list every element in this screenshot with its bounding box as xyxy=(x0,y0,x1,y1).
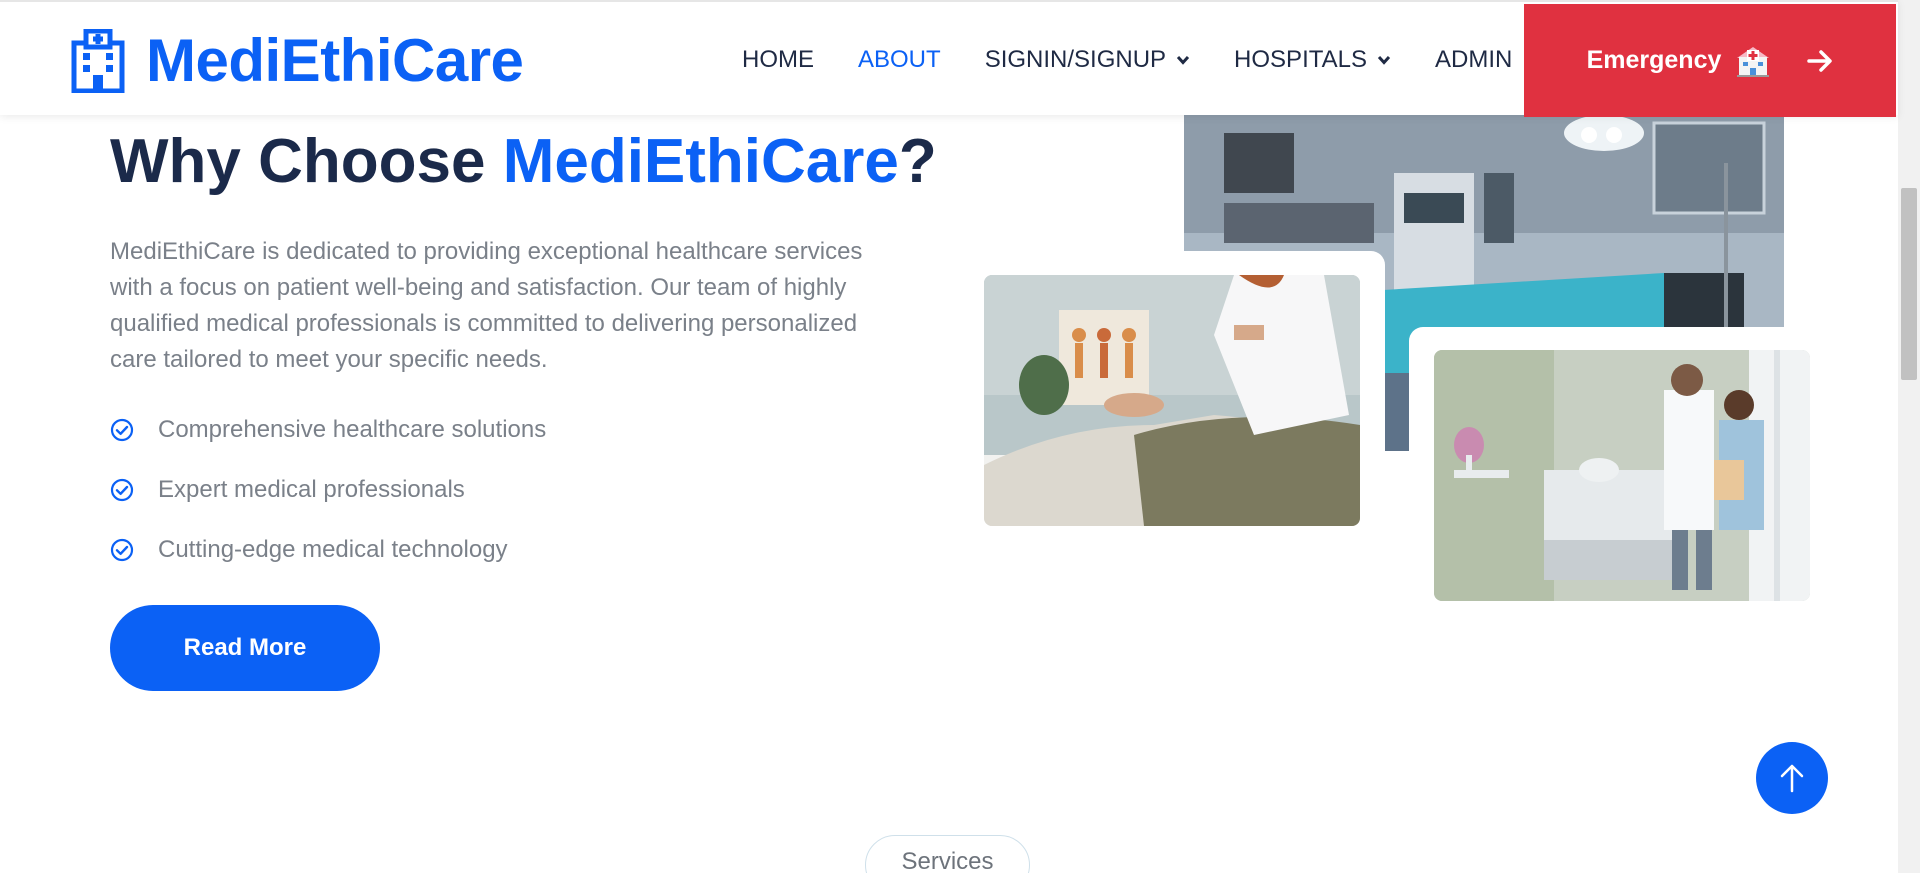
feature-item: Comprehensive healthcare solutions xyxy=(110,400,546,460)
site-header: MediEthiCare HOME ABOUT SIGNIN/SIGNUP HO… xyxy=(0,0,1898,117)
page-scrollbar[interactable] xyxy=(1898,0,1920,873)
about-heading: Why Choose MediEthiCare? xyxy=(110,126,937,197)
site-logo[interactable]: MediEthiCare xyxy=(70,26,524,95)
check-circle-icon xyxy=(110,538,134,562)
nav-hospitals-label: HOSPITALS xyxy=(1234,45,1367,73)
check-circle-icon xyxy=(110,418,134,442)
heading-suffix: ? xyxy=(898,127,937,196)
nav-admin-label: ADMIN xyxy=(1434,45,1513,73)
check-circle-icon xyxy=(110,478,134,502)
doctor-exam-photo xyxy=(984,275,1360,526)
heading-prefix: Why Choose xyxy=(110,127,503,196)
hospital-icon xyxy=(1737,46,1770,77)
nav-about[interactable]: ABOUT xyxy=(858,46,941,74)
chevron-down-icon xyxy=(1377,55,1391,65)
nav-signin-signup[interactable]: SIGNIN/SIGNUP xyxy=(985,46,1190,74)
nav-signin-signup-label: SIGNIN/SIGNUP xyxy=(984,45,1167,73)
about-paragraph: MediEthiCare is dedicated to providing e… xyxy=(110,238,863,373)
nav-admin[interactable]: ADMIN xyxy=(1435,46,1512,74)
nav-about-label: ABOUT xyxy=(858,45,941,73)
nav-hospitals[interactable]: HOSPITALS xyxy=(1234,46,1391,74)
arrow-right-icon xyxy=(1807,49,1833,72)
heading-brand: MediEthiCare xyxy=(502,127,899,196)
brand-name: MediEthiCare xyxy=(146,27,524,94)
feature-label: Expert medical professionals xyxy=(158,476,465,503)
nav-home[interactable]: HOME xyxy=(742,46,814,74)
nav-home-label: HOME xyxy=(742,45,814,73)
chevron-down-icon xyxy=(1176,55,1190,65)
scrollbar-thumb[interactable] xyxy=(1901,188,1917,380)
read-more-button[interactable]: Read More xyxy=(110,605,380,691)
arrow-up-icon xyxy=(1780,764,1804,793)
emergency-button[interactable]: Emergency xyxy=(1524,4,1896,117)
feature-list: Comprehensive healthcare solutions Exper… xyxy=(110,400,546,580)
feature-item: Expert medical professionals xyxy=(110,460,546,520)
feature-label: Cutting-edge medical technology xyxy=(158,536,508,563)
feature-item: Cutting-edge medical technology xyxy=(110,520,546,580)
back-to-top-button[interactable] xyxy=(1756,742,1828,814)
emergency-label: Emergency xyxy=(1586,46,1722,74)
hospital-ward-photo xyxy=(1434,350,1810,601)
main-nav: HOME ABOUT SIGNIN/SIGNUP HOSPITALS ADMIN xyxy=(742,2,1556,117)
feature-label: Comprehensive healthcare solutions xyxy=(158,416,547,443)
services-section-label: Services xyxy=(865,835,1030,873)
hospital-building-icon xyxy=(71,28,125,93)
